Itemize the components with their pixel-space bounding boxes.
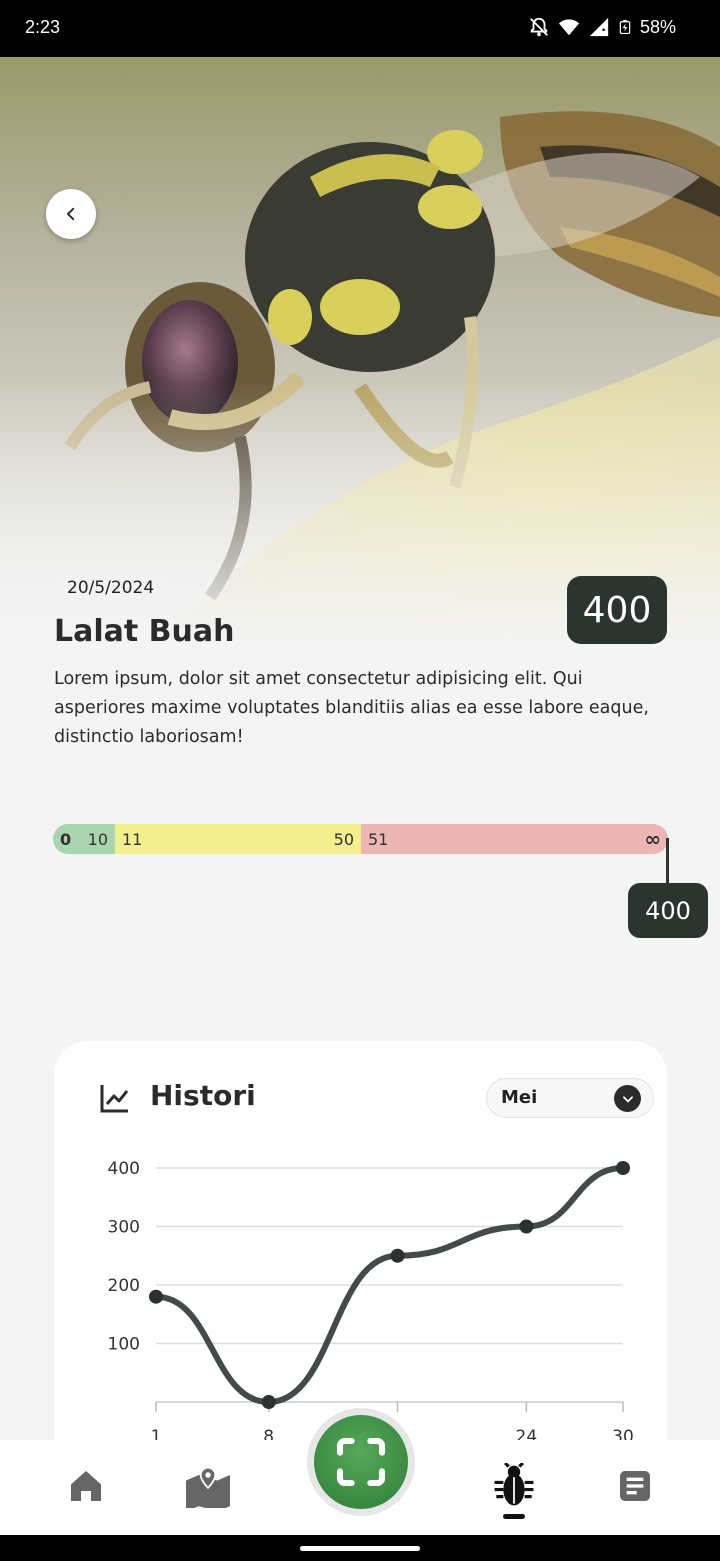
date-chip: 20/5/2024 <box>54 574 168 602</box>
home-gesture-pill[interactable] <box>300 1546 420 1551</box>
map-icon <box>186 1466 230 1508</box>
signal-icon <box>589 17 609 37</box>
scale-marker-line <box>666 838 669 885</box>
nav-map[interactable] <box>184 1462 232 1510</box>
pest-description: Lorem ipsum, dolor sit amet consectetur … <box>54 669 649 747</box>
scan-button[interactable] <box>307 1408 415 1516</box>
home-icon <box>71 1471 101 1501</box>
scale-marker: 400 <box>628 883 708 938</box>
data-point <box>519 1219 534 1234</box>
nav-home[interactable] <box>62 1462 110 1510</box>
scale-label-low-end: 10 <box>87 829 108 849</box>
bug-icon <box>494 1463 534 1506</box>
scan-button-inner <box>314 1415 408 1509</box>
wifi-icon <box>558 19 580 36</box>
y-tick-label: 200 <box>108 1276 140 1296</box>
y-tick-label: 300 <box>108 1218 140 1238</box>
system-gesture-bar <box>0 1535 720 1561</box>
nav-active-indicator <box>503 1514 525 1519</box>
hero-image <box>0 57 720 647</box>
battery-charging-icon <box>619 20 631 34</box>
pest-title: Lalat Buah <box>54 614 235 649</box>
threshold-scale: 0 10 11 50 51 ∞ <box>53 824 668 854</box>
data-point <box>390 1248 405 1263</box>
scale-segment-medium: 11 50 <box>115 824 361 854</box>
scale-label-medium-start: 11 <box>122 829 143 849</box>
status-time: 2:23 <box>25 17 61 37</box>
chevron-left-icon <box>66 207 75 221</box>
scale-label-high-end: ∞ <box>644 827 661 851</box>
scale-segment-high: 51 ∞ <box>361 824 668 854</box>
scale-label-medium-end: 50 <box>333 829 354 849</box>
data-point <box>261 1395 276 1409</box>
data-point <box>616 1161 630 1175</box>
scale-label-low-start: 0 <box>60 829 72 849</box>
nav-reports[interactable] <box>611 1462 659 1510</box>
back-button[interactable] <box>46 189 96 239</box>
scan-icon <box>336 1437 386 1487</box>
nav-pests[interactable] <box>490 1462 538 1510</box>
battery-percentage: 58% <box>639 16 676 37</box>
scale-segment-low: 0 10 <box>53 824 115 854</box>
scale-label-high-start: 51 <box>368 829 389 849</box>
count-badge: 400 <box>567 576 667 644</box>
status-bar: 2:23 58% <box>0 0 720 57</box>
data-point <box>149 1289 163 1304</box>
document-icon <box>620 1471 650 1501</box>
bell-off-icon <box>530 17 548 37</box>
y-tick-label: 100 <box>108 1335 140 1355</box>
status-icons: 58% <box>528 16 676 38</box>
y-tick-label: 400 <box>108 1159 140 1179</box>
fruit-fly-photo <box>0 57 720 647</box>
